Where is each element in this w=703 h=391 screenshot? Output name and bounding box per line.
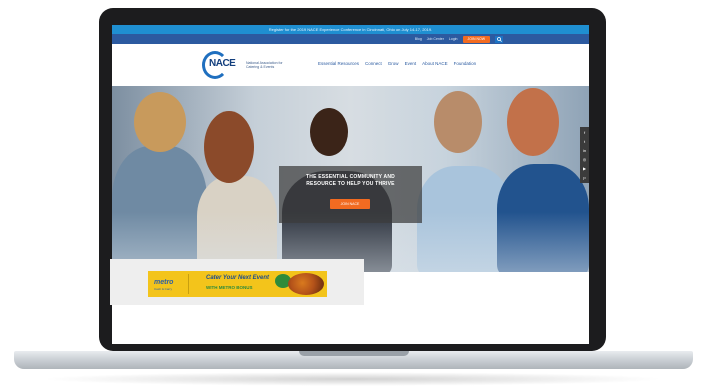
ad-food-image <box>288 273 324 295</box>
hero-title: THE ESSENTIAL COMMUNITY AND RESOURCE TO … <box>279 174 422 188</box>
hero-callout: THE ESSENTIAL COMMUNITY AND RESOURCE TO … <box>279 166 422 223</box>
nav-item-grow[interactable]: Grow <box>388 61 399 66</box>
facebook-icon[interactable]: f <box>580 129 589 136</box>
search-icon[interactable] <box>495 35 503 43</box>
nace-logo[interactable]: NACE National Association for Catering &… <box>202 50 286 80</box>
announcement-text[interactable]: Register for the 2019 NACE Experience Co… <box>269 27 432 32</box>
hero-banner: THE ESSENTIAL COMMUNITY AND RESOURCE TO … <box>112 86 589 272</box>
hero-person-center-head <box>310 108 348 156</box>
nav-item-foundation[interactable]: Foundation <box>454 61 477 66</box>
site-header: NACE National Association for Catering &… <box>112 44 589 86</box>
nav-item-event[interactable]: Event <box>405 61 417 66</box>
utility-bar: Blog Job Center Login JOIN NOW <box>112 34 589 44</box>
nav-item-about-nace[interactable]: About NACE <box>422 61 448 66</box>
instagram-icon[interactable]: ◎ <box>580 156 589 163</box>
ad-divider <box>188 274 189 294</box>
hero-person-woman-left-head <box>204 111 254 183</box>
ad-brand: metro <box>154 279 174 286</box>
ad-tagline-2: WITH METRO BONUS <box>206 285 253 290</box>
logo-wordmark: NACE <box>209 58 236 69</box>
hero-title-line-1: THE ESSENTIAL COMMUNITY AND <box>306 174 395 180</box>
metro-ad-banner[interactable]: metro Cash & Carry Cater Your Next Event… <box>148 271 327 297</box>
logo-mark: NACE <box>202 50 236 80</box>
utility-link-job-center[interactable]: Job Center <box>427 34 444 44</box>
hero-person-right-man-head <box>434 91 482 153</box>
twitter-icon[interactable]: t <box>580 138 589 145</box>
laptop-mockup: Register for the 2019 NACE Experience Co… <box>0 0 703 391</box>
hero-person-right-woman-head <box>507 88 559 156</box>
pinterest-icon[interactable]: p <box>580 174 589 181</box>
laptop-base-notch <box>299 351 409 356</box>
ad-tagline-1: Cater Your Next Event <box>206 275 270 281</box>
linkedin-icon[interactable]: in <box>580 147 589 154</box>
nav-item-essential-resources[interactable]: Essential Resources <box>318 61 359 66</box>
main-nav: Essential Resources Connect Grow Event A… <box>318 61 476 66</box>
ad-brand-sub: Cash & Carry <box>154 287 173 291</box>
utility-link-blog[interactable]: Blog <box>415 34 422 44</box>
hero-title-line-2: RESOURCE TO HELP YOU THRIVE <box>306 181 395 187</box>
announcement-bar[interactable]: Register for the 2019 NACE Experience Co… <box>112 25 589 34</box>
youtube-icon[interactable]: ▶ <box>580 165 589 172</box>
nav-item-connect[interactable]: Connect <box>365 61 382 66</box>
logo-tagline: National Association for Catering & Even… <box>246 60 283 70</box>
laptop-shadow <box>40 372 665 386</box>
utility-link-login[interactable]: Login <box>449 34 458 44</box>
social-sidebar: f t in ◎ ▶ p <box>580 127 589 183</box>
join-now-button[interactable]: JOIN NOW <box>462 35 490 43</box>
join-nace-button[interactable]: JOIN NACE <box>330 199 370 209</box>
hero-person-left-head <box>134 92 186 152</box>
